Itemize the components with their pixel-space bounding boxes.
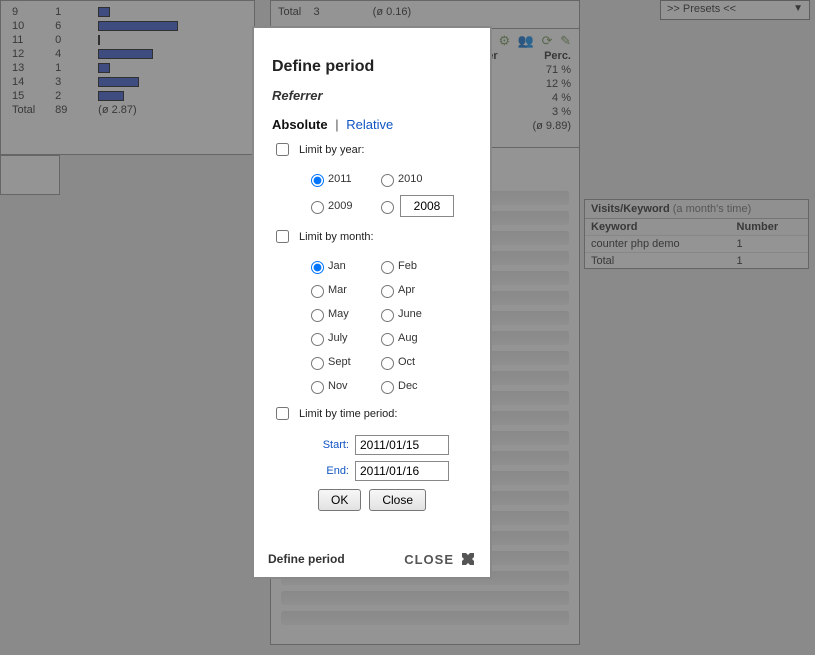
- close-button[interactable]: Close: [369, 489, 426, 511]
- year-custom-input[interactable]: [400, 195, 454, 217]
- month-aug-radio[interactable]: [381, 333, 394, 346]
- end-label: End:: [295, 465, 349, 477]
- month-oct-radio[interactable]: [381, 357, 394, 370]
- month-june-radio[interactable]: [381, 309, 394, 322]
- modal-subtitle: Referrer: [272, 88, 472, 103]
- limit-month-label: Limit by month:: [299, 231, 374, 243]
- limit-time-label: Limit by time period:: [299, 408, 397, 420]
- month-apr-radio[interactable]: [381, 285, 394, 298]
- year-2009-radio[interactable]: [311, 201, 324, 214]
- month-feb-radio[interactable]: [381, 261, 394, 274]
- tab-absolute[interactable]: Absolute: [272, 117, 328, 132]
- modal-title: Define period: [272, 58, 472, 76]
- month-nov-radio[interactable]: [311, 381, 324, 394]
- tab-relative[interactable]: Relative: [346, 117, 393, 132]
- end-date-input[interactable]: [355, 461, 449, 481]
- footer-close-text: CLOSE: [404, 552, 454, 567]
- year-custom-radio[interactable]: [381, 201, 394, 214]
- start-date-input[interactable]: [355, 435, 449, 455]
- mode-tabline: Absolute | Relative: [272, 117, 472, 132]
- month-july-radio[interactable]: [311, 333, 324, 346]
- month-mar-radio[interactable]: [311, 285, 324, 298]
- close-icon: [460, 551, 476, 567]
- ok-button[interactable]: OK: [318, 489, 361, 511]
- month-may-radio[interactable]: [311, 309, 324, 322]
- limit-year-label: Limit by year:: [299, 144, 364, 156]
- limit-time-checkbox[interactable]: [276, 407, 289, 420]
- footer-close-button[interactable]: CLOSE: [404, 551, 476, 567]
- footer-label: Define period: [268, 552, 345, 566]
- start-label: Start:: [295, 439, 349, 451]
- month-sept-radio[interactable]: [311, 357, 324, 370]
- limit-year-checkbox[interactable]: [276, 143, 289, 156]
- limit-month-checkbox[interactable]: [276, 230, 289, 243]
- define-period-modal: Define period Referrer Absolute | Relati…: [252, 26, 492, 579]
- year-2010-radio[interactable]: [381, 174, 394, 187]
- year-2011-radio[interactable]: [311, 174, 324, 187]
- month-jan-radio[interactable]: [311, 261, 324, 274]
- month-dec-radio[interactable]: [381, 381, 394, 394]
